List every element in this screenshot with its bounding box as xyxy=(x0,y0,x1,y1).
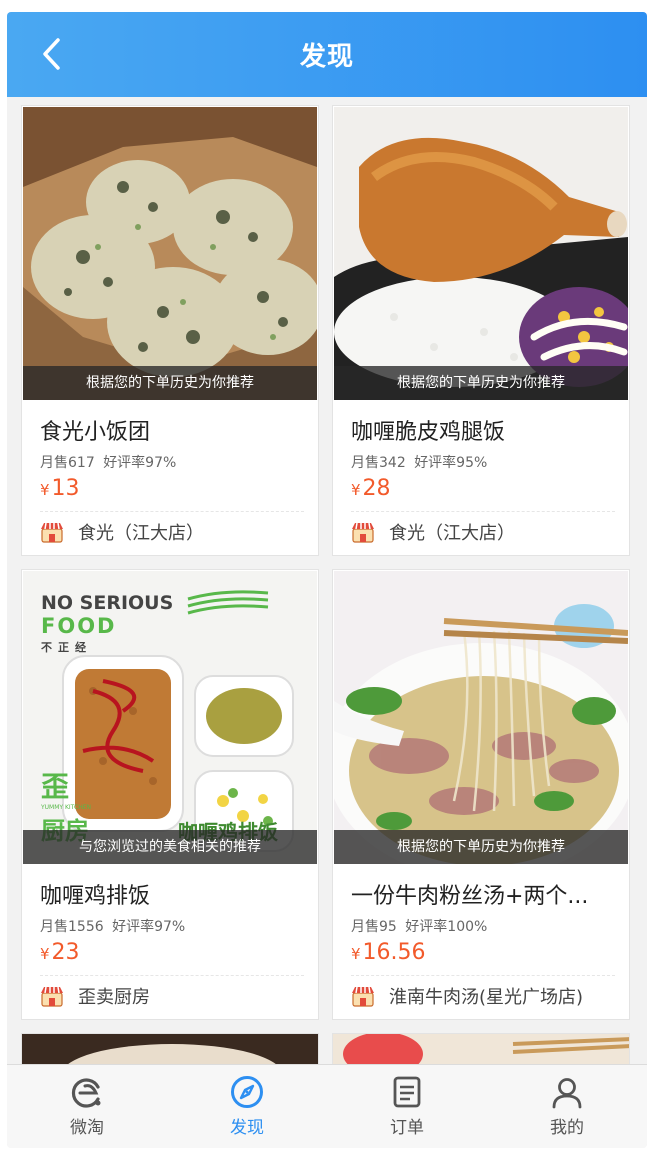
good-rating: 好评率95% xyxy=(414,455,488,471)
poster-line2: FOOD xyxy=(41,614,116,638)
food-card[interactable]: 根据您的下单历史为你推荐 一份牛肉粉丝汤+两个... 月售95 好评率100% … xyxy=(332,569,630,1020)
food-image-chicken-leg-rice: 根据您的下单历史为你推荐 xyxy=(334,107,628,400)
storefront-icon xyxy=(41,522,63,543)
bottom-tab-bar: 微淘 发现 订单 我的 xyxy=(7,1064,647,1148)
divider xyxy=(40,975,304,976)
food-image-beef-soup: 根据您的下单历史为你推荐 xyxy=(334,571,628,864)
monthly-sales: 月售1556 xyxy=(40,919,104,935)
storefront-icon xyxy=(352,522,374,543)
food-stats: 月售617 好评率97% xyxy=(40,452,176,472)
app-frame: 发现 根据您的下单历史为你推荐 食光小饭团 月售617 好评率97% ¥13 食… xyxy=(7,12,647,1148)
shop-name: 淮南牛肉汤(星光广场店) xyxy=(389,987,584,1008)
food-stats: 月售95 好评率100% xyxy=(351,916,487,936)
weitao-icon xyxy=(71,1078,101,1108)
tab-orders[interactable]: 订单 xyxy=(327,1065,487,1148)
divider xyxy=(351,511,615,512)
monthly-sales: 月售95 xyxy=(351,919,397,935)
food-price: ¥28 xyxy=(351,476,391,501)
food-stats: 月售1556 好评率97% xyxy=(40,916,185,936)
monthly-sales: 月售617 xyxy=(40,455,95,471)
currency-symbol: ¥ xyxy=(40,945,50,963)
page-title: 发现 xyxy=(299,42,354,72)
top-nav-bar: 发现 xyxy=(7,12,647,97)
back-button[interactable] xyxy=(35,34,67,74)
user-icon xyxy=(552,1078,582,1109)
food-image-curry-cutlet: NO SERIOUS FOOD 不正经 歪 YUMMY KITCHEN 与您浏览… xyxy=(23,571,317,864)
monthly-sales: 月售342 xyxy=(351,455,406,471)
good-rating: 好评率97% xyxy=(103,455,177,471)
tab-label: 订单 xyxy=(390,1118,424,1138)
price-value: 28 xyxy=(362,476,391,501)
recommend-reason: 根据您的下单历史为你推荐 xyxy=(334,366,628,400)
food-name: 咖喱鸡排饭 xyxy=(40,884,151,909)
storefront-icon xyxy=(352,986,374,1007)
tab-label: 我的 xyxy=(550,1118,584,1138)
recommend-reason: 根据您的下单历史为你推荐 xyxy=(334,830,628,864)
poster-line3: 不正经 xyxy=(41,640,92,654)
tab-label: 微淘 xyxy=(70,1118,104,1138)
food-price: ¥16.56 xyxy=(351,940,426,965)
chevron-left-icon xyxy=(43,38,60,70)
shop-link[interactable]: 食光（江大店） xyxy=(40,517,204,547)
food-name: 咖喱脆皮鸡腿饭 xyxy=(351,420,506,445)
shop-link[interactable]: 食光（江大店） xyxy=(351,517,515,547)
tab-label: 发现 xyxy=(230,1118,264,1138)
tab-mine[interactable]: 我的 xyxy=(487,1065,647,1148)
good-rating: 好评率97% xyxy=(112,919,186,935)
tab-weitao[interactable]: 微淘 xyxy=(7,1065,167,1148)
price-value: 23 xyxy=(51,940,80,965)
poster-line1: NO SERIOUS xyxy=(41,592,173,614)
price-value: 13 xyxy=(51,476,80,501)
order-list-icon xyxy=(393,1076,421,1108)
shop-name: 食光（江大店） xyxy=(389,523,515,544)
tab-discover[interactable]: 发现 xyxy=(167,1065,327,1148)
currency-symbol: ¥ xyxy=(351,481,361,499)
food-price: ¥23 xyxy=(40,940,80,965)
food-image-rice-balls: 根据您的下单历史为你推荐 xyxy=(23,107,317,400)
compass-icon xyxy=(231,1076,263,1108)
food-card[interactable]: 根据您的下单历史为你推荐 咖喱脆皮鸡腿饭 月售342 好评率95% ¥28 食光… xyxy=(332,105,630,556)
currency-symbol: ¥ xyxy=(40,481,50,499)
poster-brand-small: YUMMY KITCHEN xyxy=(40,804,91,811)
shop-link[interactable]: 淮南牛肉汤(星光广场店) xyxy=(351,981,583,1011)
storefront-icon xyxy=(41,986,63,1007)
shop-name: 歪卖厨房 xyxy=(78,987,150,1008)
good-rating: 好评率100% xyxy=(405,919,488,935)
food-price: ¥13 xyxy=(40,476,80,501)
divider xyxy=(351,975,615,976)
food-name: 食光小饭团 xyxy=(40,420,151,445)
poster-brand-main: 歪 xyxy=(41,770,69,803)
price-value: 16.56 xyxy=(362,940,426,965)
recommend-reason: 与您浏览过的美食相关的推荐 xyxy=(23,830,317,864)
currency-symbol: ¥ xyxy=(351,945,361,963)
food-name: 一份牛肉粉丝汤+两个... xyxy=(351,884,589,909)
food-card[interactable]: NO SERIOUS FOOD 不正经 歪 YUMMY KITCHEN 与您浏览… xyxy=(21,569,319,1020)
food-stats: 月售342 好评率95% xyxy=(351,452,487,472)
recommend-reason: 根据您的下单历史为你推荐 xyxy=(23,366,317,400)
divider xyxy=(40,511,304,512)
shop-name: 食光（江大店） xyxy=(78,523,204,544)
shop-link[interactable]: 歪卖厨房 xyxy=(40,981,150,1011)
food-card[interactable]: 根据您的下单历史为你推荐 食光小饭团 月售617 好评率97% ¥13 食光（江… xyxy=(21,105,319,556)
